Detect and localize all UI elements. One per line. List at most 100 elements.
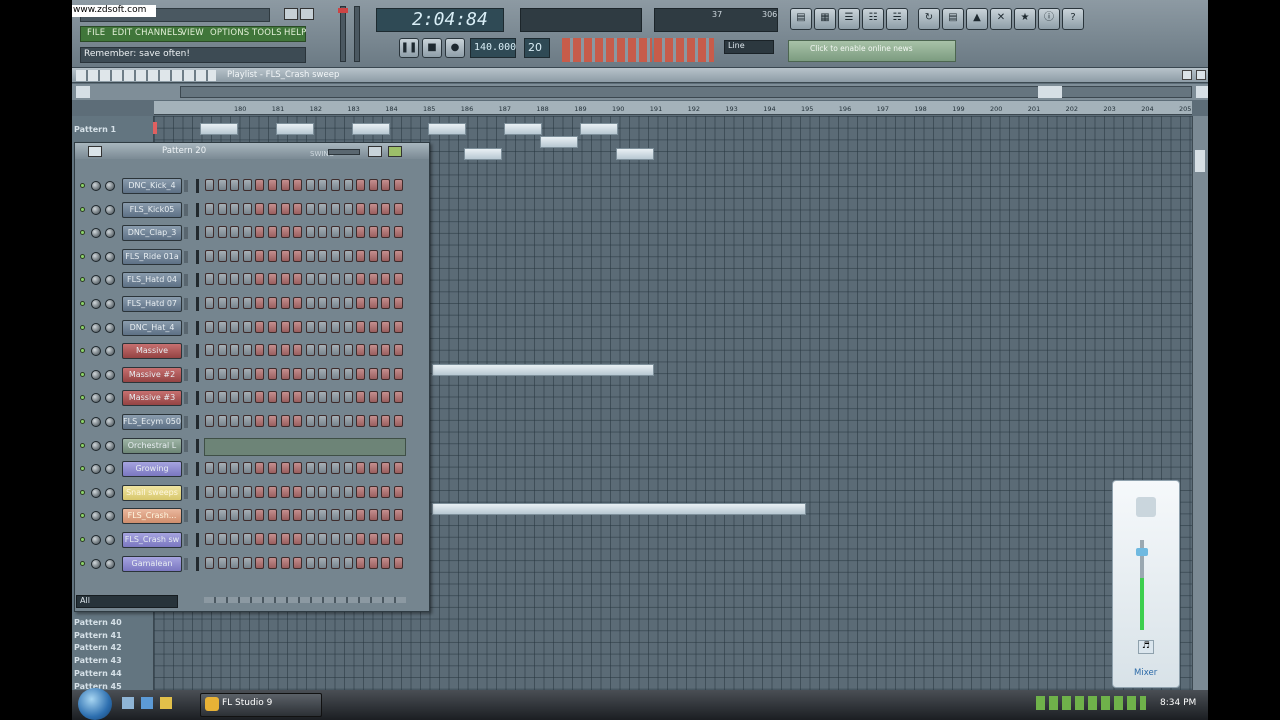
step-button[interactable]	[368, 320, 378, 333]
channel-pan-knob[interactable]	[91, 417, 101, 427]
step-button[interactable]	[343, 249, 353, 262]
step-button[interactable]	[293, 533, 303, 545]
step-button[interactable]	[343, 391, 353, 404]
step-button[interactable]	[205, 273, 214, 286]
step-button[interactable]	[356, 533, 366, 545]
step-button[interactable]	[368, 533, 378, 545]
step-button[interactable]	[268, 273, 277, 286]
pattern-clip[interactable]	[276, 123, 314, 135]
channel-mixer-track[interactable]	[184, 510, 188, 523]
step-button[interactable]	[305, 367, 315, 380]
step-button[interactable]	[268, 202, 277, 215]
step-button[interactable]	[381, 415, 391, 427]
step-button[interactable]	[394, 226, 403, 239]
channel-button[interactable]: Snail sweeps	[122, 484, 182, 501]
step-button[interactable]	[331, 249, 340, 262]
step-button[interactable]	[381, 179, 391, 191]
pattern-clip[interactable]	[540, 136, 578, 148]
step-button[interactable]	[331, 462, 340, 475]
step-button[interactable]	[230, 273, 240, 286]
step-button[interactable]	[305, 462, 315, 475]
step-button[interactable]	[268, 533, 277, 545]
step-button[interactable]	[255, 226, 265, 239]
step-button[interactable]	[217, 179, 227, 191]
step-button[interactable]	[242, 273, 252, 286]
channel-mute-led[interactable]	[80, 419, 85, 424]
step-button[interactable]	[280, 249, 290, 262]
pattern-clip[interactable]	[200, 123, 238, 135]
step-button[interactable]	[268, 249, 277, 262]
step-button[interactable]	[205, 462, 214, 475]
step-button[interactable]	[305, 297, 315, 309]
step-button[interactable]	[394, 202, 403, 215]
step-button[interactable]	[280, 509, 290, 522]
channel-volume-knob[interactable]	[105, 369, 115, 380]
step-button[interactable]	[217, 320, 227, 333]
channel-mixer-track[interactable]	[184, 180, 188, 192]
step-button[interactable]	[242, 533, 252, 545]
step-button[interactable]	[268, 509, 277, 522]
step-button[interactable]	[280, 297, 290, 309]
step-button[interactable]	[381, 249, 391, 262]
step-button[interactable]	[293, 391, 303, 404]
step-button[interactable]	[280, 344, 290, 357]
volume-thumb[interactable]	[1136, 548, 1148, 556]
step-button[interactable]	[217, 226, 227, 239]
step-button[interactable]	[305, 202, 315, 215]
step-button[interactable]	[331, 273, 340, 286]
pattern-clip[interactable]	[616, 148, 654, 160]
step-button[interactable]	[230, 462, 240, 475]
scrollbar-thumb[interactable]	[1038, 86, 1062, 98]
channel-select-indicator[interactable]	[196, 367, 199, 382]
channel-select-indicator[interactable]	[196, 462, 199, 477]
channel-select-indicator[interactable]	[196, 202, 199, 217]
step-button[interactable]	[368, 556, 378, 569]
help-button[interactable]: ?	[1062, 8, 1084, 30]
channel-select-indicator[interactable]	[196, 320, 199, 335]
step-button[interactable]	[280, 533, 290, 545]
channel-volume-knob[interactable]	[105, 558, 115, 569]
step-button[interactable]	[205, 367, 214, 380]
channel-mute-led[interactable]	[80, 301, 85, 306]
channel-mixer-track[interactable]	[184, 463, 188, 476]
step-button[interactable]	[217, 509, 227, 522]
step-button[interactable]	[255, 249, 265, 262]
step-button[interactable]	[305, 226, 315, 239]
step-button[interactable]	[255, 485, 265, 498]
channel-button[interactable]: FLS_Crash...	[122, 508, 182, 525]
step-button[interactable]	[242, 391, 252, 404]
channel-mute-led[interactable]	[80, 489, 85, 495]
step-button[interactable]	[255, 462, 265, 475]
show-desktop-icon[interactable]	[122, 697, 134, 709]
step-button[interactable]	[242, 297, 252, 309]
step-button[interactable]	[230, 509, 240, 522]
step-button[interactable]	[205, 509, 214, 522]
step-button[interactable]	[217, 202, 227, 215]
step-button[interactable]	[280, 367, 290, 380]
channel-volume-knob[interactable]	[105, 204, 115, 215]
step-button[interactable]	[230, 391, 240, 404]
channel-volume-knob[interactable]	[105, 181, 115, 191]
channel-mute-led[interactable]	[80, 537, 85, 542]
step-button[interactable]	[293, 320, 303, 333]
step-button[interactable]	[343, 202, 353, 215]
step-button[interactable]	[230, 556, 240, 569]
step-button[interactable]	[268, 415, 277, 427]
menu-view[interactable]: VIEW	[181, 28, 204, 43]
playlist-maximize[interactable]	[1182, 70, 1192, 80]
step-button[interactable]	[394, 249, 403, 262]
channel-pan-knob[interactable]	[91, 251, 101, 262]
menu-help[interactable]: HELP	[284, 28, 306, 43]
step-button[interactable]	[293, 273, 303, 286]
graph-editor-toggle[interactable]	[368, 146, 382, 157]
step-button[interactable]	[280, 273, 290, 286]
step-button[interactable]	[230, 297, 240, 309]
channel-volume-knob[interactable]	[105, 251, 115, 262]
step-button[interactable]	[242, 320, 252, 333]
step-button[interactable]	[331, 509, 340, 522]
step-button[interactable]	[205, 556, 214, 569]
step-button[interactable]	[280, 485, 290, 498]
view-toggle[interactable]	[76, 86, 90, 98]
channel-select-indicator[interactable]	[196, 556, 199, 571]
piano-roll-button[interactable]: ☰	[838, 8, 860, 30]
